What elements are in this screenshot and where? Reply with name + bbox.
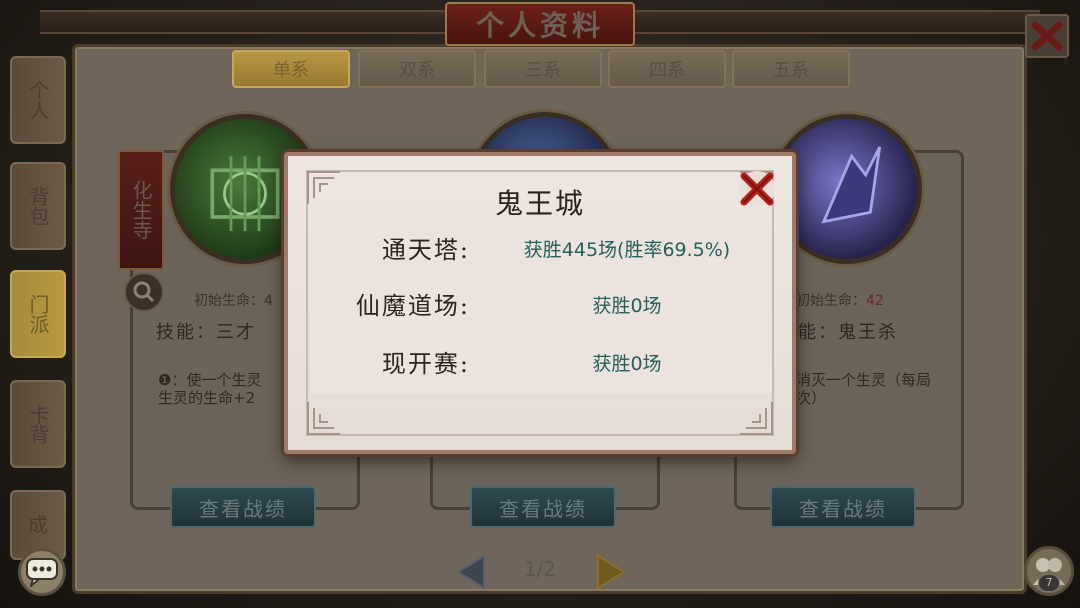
game-screen: 个人资料 单系 双系 三系 四系 五系 个人 背包 门派 卡背 成 化生寺 初始… — [0, 0, 1080, 608]
button-label: 查看战绩 — [199, 496, 287, 521]
sidetab-label: 卡背 — [26, 404, 50, 444]
view-record-button-left[interactable]: 查看战绩 — [170, 486, 316, 528]
mode-result: 获胜0场 — [592, 295, 662, 317]
tab-label: 双系 — [399, 60, 435, 81]
skill-desc-right-2: 次） — [796, 389, 827, 407]
record-row: 通天塔: 获胜445场(胜率69.5%) — [310, 222, 772, 278]
tab-label: 单系 — [273, 60, 309, 81]
sidetab-cardback[interactable]: 卡背 — [10, 380, 66, 468]
page-indicator: 1/2 — [523, 557, 557, 581]
corner-ornament — [740, 402, 773, 435]
sidetab-bag[interactable]: 背包 — [10, 162, 66, 250]
record-row: 现开赛: 获胜0场 — [310, 336, 772, 392]
view-record-button-right[interactable]: 查看战绩 — [770, 486, 916, 528]
tab-label: 五系 — [773, 60, 809, 81]
mode-name: 通天塔: — [381, 236, 470, 264]
chat-button[interactable] — [18, 548, 66, 596]
skill-desc-left-1: ❶：使一个生灵 — [158, 371, 262, 389]
sidetab-faction[interactable]: 门派 — [10, 270, 66, 358]
tab-quad[interactable]: 四系 — [608, 50, 726, 88]
skill-left: 技能：三才 — [156, 322, 256, 343]
arrow-left-icon[interactable] — [452, 552, 488, 592]
page-title: 个人资料 — [475, 9, 604, 42]
view-record-button-middle[interactable]: 查看战绩 — [470, 486, 616, 528]
tab-quint[interactable]: 五系 — [732, 50, 850, 88]
sidetab-label: 个人 — [26, 80, 50, 120]
initial-life-value: 42 — [866, 293, 884, 309]
skill-desc-left-2: 生灵的生命+2 — [158, 389, 256, 407]
mode-result: 获胜445场(胜率69.5%) — [523, 239, 731, 261]
emblem-art — [821, 146, 882, 224]
sidetab-label: 成 — [28, 513, 48, 537]
record-list: 通天塔: 获胜445场(胜率69.5%) 仙魔道场: 获胜0场 现开赛: 获胜0… — [310, 222, 772, 394]
tab-single[interactable]: 单系 — [232, 50, 350, 88]
tab-triple[interactable]: 三系 — [484, 50, 602, 88]
title-banner: 个人资料 — [445, 2, 635, 46]
tab-label: 三系 — [525, 60, 561, 81]
initial-life-right: 初始生命：42 — [796, 290, 884, 310]
search-button[interactable] — [124, 272, 164, 312]
button-label: 查看战绩 — [799, 496, 887, 521]
record-row: 仙魔道场: 获胜0场 — [310, 278, 772, 334]
faction-name-banner: 化生寺 — [118, 150, 164, 270]
mode-name: 仙魔道场: — [355, 292, 470, 320]
friends-count-badge: 7 — [1038, 574, 1060, 592]
sidetab-label: 背包 — [26, 186, 50, 226]
corner-ornament — [307, 402, 340, 435]
arrow-right-icon[interactable] — [594, 552, 630, 592]
initial-life-label: 初始生命： — [796, 293, 866, 309]
mode-result: 获胜0场 — [592, 353, 662, 375]
sidetab-personal[interactable]: 个人 — [10, 56, 66, 144]
dialog-title: 鬼王城 — [494, 187, 585, 220]
skill-desc-right-1: 消灭一个生灵（每局 — [796, 371, 932, 389]
mode-name: 现开赛: — [381, 350, 470, 378]
tab-label: 四系 — [649, 60, 685, 81]
chat-bubble-icon — [26, 558, 58, 587]
faction-name: 化生寺 — [129, 180, 153, 240]
skill-right: 能：鬼王杀 — [798, 322, 898, 343]
sidetab-label: 门派 — [26, 294, 50, 334]
close-x-icon — [1031, 21, 1063, 51]
faction-record-dialog: 鬼王城 通天塔: 获胜445场(胜率69.5%) 仙魔道场: 获胜0场 现开赛:… — [284, 152, 796, 454]
button-label: 查看战绩 — [499, 496, 587, 521]
search-icon — [133, 281, 155, 303]
close-x-icon[interactable] — [736, 168, 778, 210]
tab-double[interactable]: 双系 — [358, 50, 476, 88]
close-button[interactable] — [1025, 14, 1069, 58]
initial-life-left: 初始生命：4 — [194, 293, 273, 309]
